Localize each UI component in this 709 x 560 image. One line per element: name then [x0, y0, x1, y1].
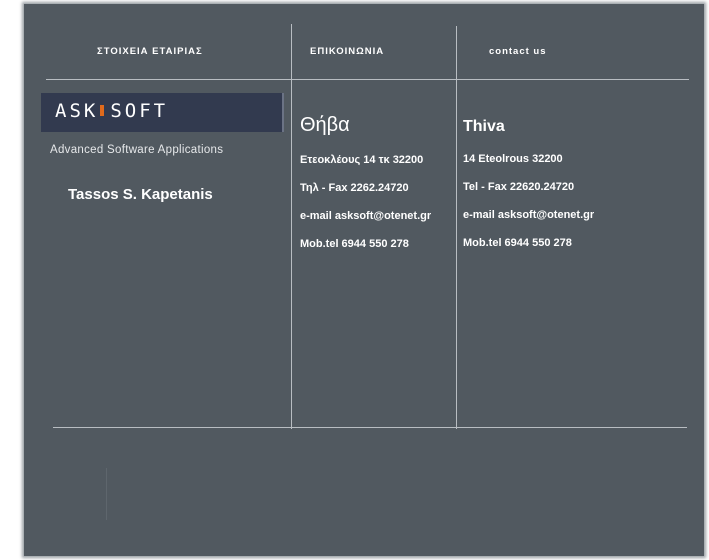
column-divider-2: [456, 26, 457, 429]
email-english[interactable]: e-mail asksoft@otenet.gr: [463, 209, 594, 221]
city-english: Thiva: [463, 118, 505, 135]
logo-text-ask: ASK: [55, 100, 99, 122]
logo-text: ASK SOFT: [55, 100, 168, 122]
email-greek[interactable]: e-mail asksoft@otenet.gr: [300, 210, 431, 222]
faint-divider: [106, 468, 107, 520]
address-english: 14 Eteolrous 32200: [463, 153, 563, 165]
logo-accent-dot: [100, 105, 105, 116]
asksoft-logo: ASK SOFT: [41, 93, 284, 132]
phone-fax-english: Tel - Fax 22620.24720: [463, 181, 575, 193]
person-name: Tassos S. Kapetanis: [68, 186, 213, 203]
company-tagline: Advanced Software Applications: [50, 144, 224, 156]
column-divider-1: [291, 24, 292, 429]
phone-fax-greek: Τηλ - Fax 2262.24720: [300, 182, 409, 194]
header-company-info: ΣΤΟΙΧΕΙΑ ΕΤΑΙΡΙΑΣ: [97, 46, 203, 57]
mobile-greek: Mob.tel 6944 550 278: [300, 238, 409, 250]
address-greek: Ετεοκλέους 14 τκ 32200: [300, 154, 424, 166]
bottom-divider: [53, 427, 687, 428]
header-contact-english: contact us: [489, 46, 547, 57]
top-divider: [46, 79, 689, 80]
city-greek: Θήβα: [300, 114, 350, 136]
content-panel: ΣΤΟΙΧΕΙΑ ΕΤΑΙΡΙΑΣ ΕΠΙΚΟΙΝΩΝΙΑ contact us…: [24, 4, 704, 556]
logo-text-soft: SOFT: [110, 100, 169, 122]
header-contact-greek: ΕΠΙΚΟΙΝΩΝΙΑ: [310, 46, 385, 57]
mobile-english: Mob.tel 6944 550 278: [463, 237, 572, 249]
